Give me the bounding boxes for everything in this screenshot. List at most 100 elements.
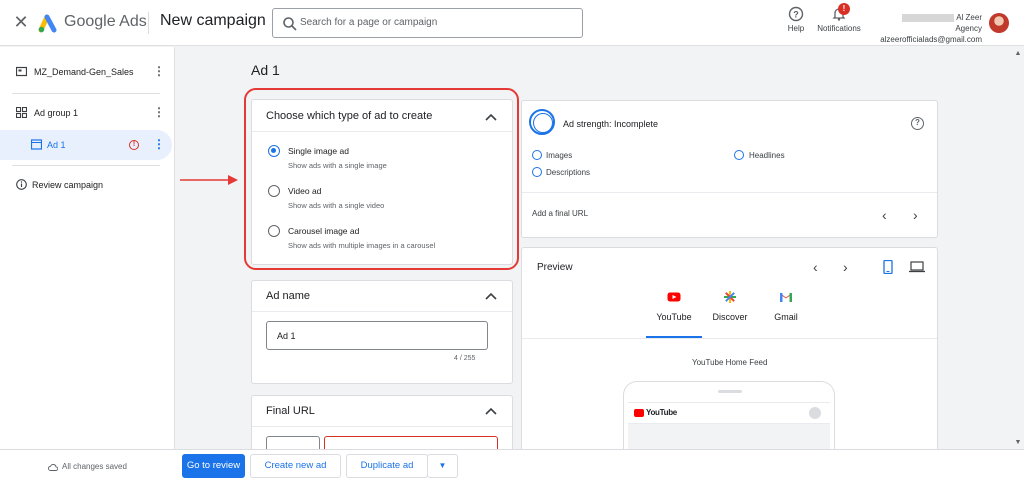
char-counter: 4 / 255 (454, 355, 476, 362)
chevron-right-icon[interactable]: › (843, 260, 848, 274)
tab-gmail[interactable]: Gmail (758, 290, 814, 322)
tab-label: Gmail (774, 312, 798, 322)
scroll-down-icon[interactable]: ▼ (1014, 439, 1022, 446)
help-label: Help (787, 24, 805, 33)
more-vert-icon[interactable]: ⋮ (153, 105, 165, 119)
strength-meter (529, 109, 555, 135)
chevron-up-icon[interactable] (484, 406, 498, 416)
checklist-item-headlines: Headlines (749, 151, 785, 160)
card-title: Ad name (266, 290, 311, 302)
feed-label: YouTube Home Feed (692, 358, 768, 367)
sidebar: MZ_Demand-Gen_Sales ⋮ Ad group 1 ⋮ Ad 1 … (0, 47, 175, 449)
ad-strength-card: Ad strength: Incomplete ? Images Headlin… (521, 100, 938, 238)
chevron-down-icon: ▼ (438, 461, 447, 470)
ad-icon (31, 139, 42, 150)
search-placeholder: Search for a page or campaign (300, 17, 438, 28)
account-name: Al Zeer Agency (955, 13, 982, 33)
cloud-done-icon (48, 463, 58, 471)
duplicate-dropdown-button[interactable]: ▼ (427, 454, 458, 478)
brand-name: Google Ads (64, 13, 147, 30)
checklist-circle-icon (734, 150, 744, 160)
svg-text:?: ? (793, 10, 799, 20)
notification-badge: ! (838, 3, 850, 15)
youtube-wordmark: YouTube (646, 408, 677, 417)
card-divider (252, 426, 512, 427)
ad-name-field[interactable]: Ad 1 (266, 321, 488, 350)
sidebar-item-label: MZ_Demand-Gen_Sales (34, 67, 134, 77)
chevron-right-icon[interactable]: › (913, 208, 918, 222)
card-divider (252, 311, 512, 312)
desktop-icon[interactable] (909, 261, 925, 273)
chevron-up-icon[interactable] (484, 291, 498, 301)
more-vert-icon[interactable]: ⋮ (153, 137, 165, 151)
card-title: Final URL (266, 405, 315, 417)
notifications-label: Notifications (817, 24, 861, 33)
final-url-card: Final URL (251, 395, 513, 460)
ad-name-value: Ad 1 (277, 331, 296, 341)
help-icon: ? (788, 6, 804, 22)
error-icon: ! (129, 140, 139, 150)
checklist-item-images: Images (546, 151, 573, 160)
more-vert-icon[interactable]: ⋮ (153, 64, 165, 78)
bottom-bar: All changes saved Go to review Create ne… (0, 449, 1024, 481)
checklist-circle-icon (532, 150, 542, 160)
sidebar-item-label: Ad 1 (47, 140, 66, 150)
ad-name-card: Ad name Ad 1 4 / 255 (251, 280, 513, 384)
final-url-prompt: Add a final URL (532, 209, 589, 218)
top-bar: ✕ Google Ads New campaign Search for a p… (0, 0, 1024, 46)
chevron-left-icon[interactable]: ‹ (882, 208, 887, 222)
close-icon[interactable]: ✕ (12, 13, 30, 31)
help-icon[interactable]: ? (911, 117, 924, 130)
sidebar-divider (12, 165, 160, 166)
sidebar-item-ad[interactable]: Ad 1 ! ⋮ (0, 130, 172, 160)
checklist-circle-icon (532, 167, 542, 177)
sidebar-divider (12, 93, 160, 94)
sidebar-item-ad-group[interactable]: Ad group 1 ⋮ (0, 98, 175, 128)
avatar (809, 407, 821, 419)
google-ads-logo (38, 14, 57, 33)
highlight-outline (244, 88, 519, 270)
checklist-item-descriptions: Descriptions (546, 168, 591, 177)
card-divider (522, 192, 937, 193)
blurred-text (902, 13, 955, 22)
youtube-icon (667, 292, 681, 302)
info-icon (16, 179, 27, 190)
mobile-icon[interactable] (882, 260, 894, 274)
tab-discover[interactable]: Discover (702, 290, 758, 322)
ad-group-icon (16, 107, 27, 118)
annotation-arrow (180, 175, 238, 185)
account-email: alzeerofficialads@gmail.com (880, 35, 982, 44)
sidebar-item-label: Review campaign (32, 180, 104, 190)
discover-icon (724, 291, 736, 303)
save-status: All changes saved (48, 462, 127, 471)
help-button[interactable]: ? Help (784, 6, 808, 33)
go-to-review-button[interactable]: Go to review (182, 454, 245, 478)
sidebar-item-review[interactable]: Review campaign (0, 170, 175, 200)
page-title: New campaign (160, 12, 266, 29)
account-info[interactable]: Al Zeer Agency alzeerofficialads@gmail.c… (874, 12, 982, 45)
sidebar-item-label: Ad group 1 (34, 108, 79, 118)
tab-youtube[interactable]: YouTube (646, 290, 702, 322)
scroll-up-icon[interactable]: ▲ (1014, 50, 1022, 57)
sidebar-item-campaign[interactable]: MZ_Demand-Gen_Sales ⋮ (0, 57, 175, 87)
youtube-logo-icon (634, 409, 644, 417)
search-input[interactable]: Search for a page or campaign (272, 8, 583, 38)
search-icon (283, 17, 297, 31)
tab-label: Discover (712, 312, 748, 322)
strength-title: Ad strength: Incomplete (563, 119, 659, 129)
preview-title: Preview (537, 262, 573, 273)
gmail-icon (780, 293, 792, 302)
header-divider (148, 12, 149, 34)
avatar[interactable] (989, 13, 1009, 33)
tab-label: YouTube (656, 312, 692, 322)
phone-preview: YouTube (623, 381, 835, 454)
save-status-text: All changes saved (62, 462, 127, 471)
chevron-left-icon[interactable]: ‹ (813, 260, 818, 274)
youtube-header: YouTube (628, 402, 830, 424)
phone-speaker (718, 390, 742, 393)
create-new-ad-button[interactable]: Create new ad (250, 454, 341, 478)
campaign-icon (16, 66, 27, 77)
ad-heading: Ad 1 (251, 62, 280, 78)
tabs-divider (522, 338, 937, 339)
duplicate-ad-button[interactable]: Duplicate ad (346, 454, 428, 478)
